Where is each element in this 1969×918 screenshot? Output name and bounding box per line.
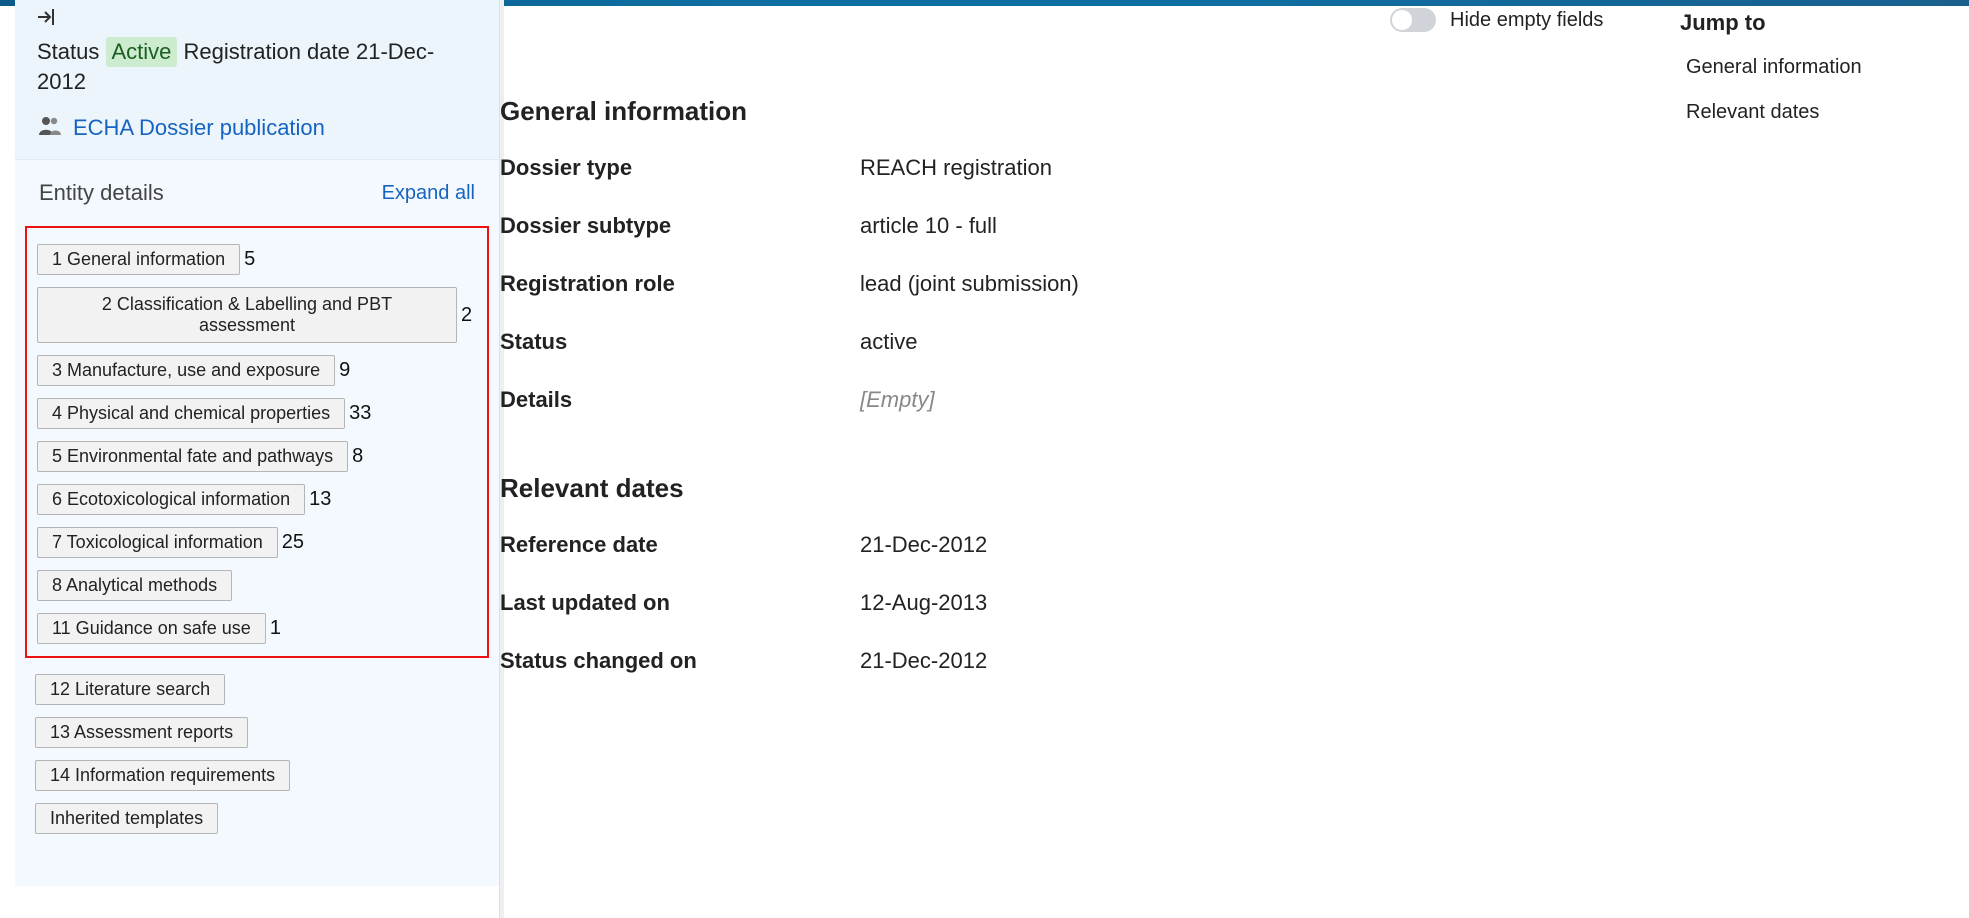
section-3-count: 9: [339, 359, 350, 382]
section-4-count: 33: [349, 402, 371, 425]
entity-sections-highlight: 1 General information5 2 Classification …: [25, 226, 489, 658]
status-badge: Active: [106, 37, 178, 67]
expand-all-link[interactable]: Expand all: [382, 182, 475, 205]
section-11-safeuse[interactable]: 11 Guidance on safe use: [37, 613, 266, 644]
section-5-envfate[interactable]: 5 Environmental fate and pathways: [37, 441, 348, 472]
people-icon: [37, 114, 63, 141]
section-14-inforeq[interactable]: 14 Information requirements: [35, 760, 290, 791]
left-header: Status Active Registration date 21-Dec-2…: [15, 0, 499, 160]
left-panel: Status Active Registration date 21-Dec-2…: [15, 0, 499, 886]
general-information-section: General information Dossier typeREACH re…: [500, 96, 1640, 413]
jump-to-heading: Jump to: [1680, 10, 1960, 36]
section-2-classification[interactable]: 2 Classification & Labelling and PBT ass…: [37, 287, 457, 343]
section-8-analytical[interactable]: 8 Analytical methods: [37, 570, 232, 601]
rd-v-statuschg: 21-Dec-2012: [860, 648, 987, 674]
rd-k-updated: Last updated on: [500, 590, 860, 616]
gi-v-reg-role: lead (joint submission): [860, 271, 1079, 297]
general-information-heading: General information: [500, 96, 1640, 127]
main-content: General information Dossier typeREACH re…: [500, 10, 1640, 706]
dossier-publication-link[interactable]: ECHA Dossier publication: [73, 115, 325, 141]
jump-to-panel: Jump to General information Relevant dat…: [1680, 10, 1960, 146]
gi-v-details: [Empty]: [860, 387, 935, 413]
collapse-icon[interactable]: [37, 8, 59, 31]
gi-k-reg-role: Registration role: [500, 271, 860, 297]
gi-v-dossier-subtype: article 10 - full: [860, 213, 997, 239]
gi-k-dossier-subtype: Dossier subtype: [500, 213, 860, 239]
rd-v-refdate: 21-Dec-2012: [860, 532, 987, 558]
entity-details-header: Entity details Expand all: [25, 180, 489, 212]
section-4-physchem[interactable]: 4 Physical and chemical properties: [37, 398, 345, 429]
gi-k-details: Details: [500, 387, 860, 413]
entity-details-block: Entity details Expand all 1 General info…: [15, 160, 499, 886]
rd-v-updated: 12-Aug-2013: [860, 590, 987, 616]
entity-details-title: Entity details: [39, 180, 164, 206]
section-12-litsearch[interactable]: 12 Literature search: [35, 674, 225, 705]
status-label: Status: [37, 39, 99, 64]
section-2-count: 2: [461, 304, 472, 327]
rd-k-refdate: Reference date: [500, 532, 860, 558]
gi-k-status: Status: [500, 329, 860, 355]
section-6-count: 13: [309, 488, 331, 511]
regdate-label: Registration date: [184, 39, 350, 64]
jump-item-general-info[interactable]: General information: [1680, 56, 1960, 79]
section-6-ecotox[interactable]: 6 Ecotoxicological information: [37, 484, 305, 515]
jump-item-relevant-dates[interactable]: Relevant dates: [1680, 101, 1960, 124]
relevant-dates-section: Relevant dates Reference date21-Dec-2012…: [500, 473, 1640, 674]
rd-k-statuschg: Status changed on: [500, 648, 860, 674]
section-1-general-info[interactable]: 1 General information: [37, 244, 240, 275]
gi-v-status: active: [860, 329, 917, 355]
gi-k-dossier-type: Dossier type: [500, 155, 860, 181]
section-7-tox[interactable]: 7 Toxicological information: [37, 527, 278, 558]
gi-v-dossier-type: REACH registration: [860, 155, 1052, 181]
section-3-manufacture[interactable]: 3 Manufacture, use and exposure: [37, 355, 335, 386]
section-inherited-templates[interactable]: Inherited templates: [35, 803, 218, 834]
section-5-count: 8: [352, 445, 363, 468]
section-7-count: 25: [282, 531, 304, 554]
section-13-assessment[interactable]: 13 Assessment reports: [35, 717, 248, 748]
status-line: Status Active Registration date 21-Dec-2…: [37, 37, 477, 96]
dossier-publication-row[interactable]: ECHA Dossier publication: [37, 114, 477, 141]
entity-sections-rest: 12 Literature search 13 Assessment repor…: [25, 658, 489, 834]
relevant-dates-heading: Relevant dates: [500, 473, 1640, 504]
section-1-count: 5: [244, 248, 255, 271]
section-11-count: 1: [270, 617, 281, 640]
